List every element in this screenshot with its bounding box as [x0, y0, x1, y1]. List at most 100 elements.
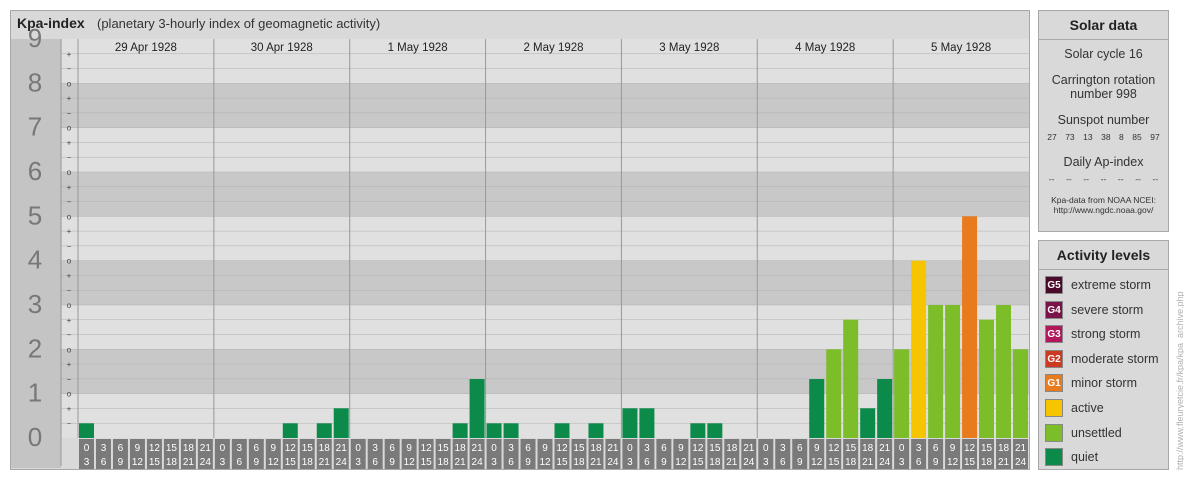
- kpa-chart: 0123456789−+o−+o−+o−+o−+o−+o−+o−+o−+29 A…: [11, 23, 1029, 469]
- kp-bar: [316, 423, 332, 438]
- y-tick-label: 6: [28, 156, 42, 186]
- interval-start-label: 0: [220, 443, 226, 454]
- interval-end-label: 15: [964, 457, 976, 468]
- interval-end-label: 3: [491, 457, 497, 468]
- interval-end-label: 3: [355, 457, 361, 468]
- minor-tick-label: −: [67, 286, 72, 295]
- kp-bar: [554, 423, 570, 438]
- interval-start-label: 18: [455, 443, 467, 454]
- interval-start-label: 18: [590, 443, 602, 454]
- interval-end-label: 18: [302, 457, 314, 468]
- interval-start-label: 0: [627, 443, 633, 454]
- kp-band: [11, 172, 1029, 217]
- ap-value: --: [1117, 174, 1124, 184]
- interval-start-label: 0: [763, 443, 769, 454]
- kp-bar: [469, 379, 485, 438]
- interval-end-label: 6: [644, 457, 650, 468]
- minor-tick-label: +: [67, 138, 72, 147]
- kp-bar: [282, 423, 298, 438]
- interval-end-label: 18: [166, 457, 178, 468]
- kp-band: [11, 349, 1029, 394]
- legend-swatch: G5: [1045, 276, 1063, 294]
- interval-start-label: 0: [491, 443, 497, 454]
- interval-end-label: 6: [237, 457, 243, 468]
- interval-start-label: 9: [542, 443, 548, 454]
- kp-bar: [826, 349, 842, 438]
- interval-start-label: 3: [916, 443, 922, 454]
- interval-end-label: 3: [627, 457, 633, 468]
- interval-start-label: 21: [200, 443, 212, 454]
- minor-tick-label: +: [67, 183, 72, 192]
- carrington-line-1: Carrington rotation: [1051, 73, 1156, 87]
- kp-bar: [962, 216, 978, 438]
- legend-label: active: [1071, 401, 1104, 415]
- interval-end-label: 24: [607, 457, 619, 468]
- interval-start-label: 6: [389, 443, 395, 454]
- interval-start-label: 21: [607, 443, 619, 454]
- interval-start-label: 9: [678, 443, 684, 454]
- interval-end-label: 12: [811, 457, 823, 468]
- ap-value: --: [1135, 174, 1141, 184]
- y-tick-label: 0: [28, 422, 42, 452]
- sunspot-value: 13: [1083, 132, 1093, 142]
- y-tick-label: 2: [28, 333, 42, 363]
- interval-end-label: 21: [183, 457, 195, 468]
- ap-value: --: [1048, 174, 1055, 184]
- interval-end-label: 9: [254, 457, 260, 468]
- solar-data-panel: Solar data Solar cycle 16 Carrington rot…: [1038, 10, 1169, 232]
- legend-swatch: G1: [1045, 374, 1063, 393]
- interval-start-label: 21: [879, 443, 891, 454]
- interval-end-label: 12: [404, 457, 416, 468]
- kp-band: [11, 83, 1029, 128]
- legend-item: G2 moderate storm: [1045, 349, 1159, 369]
- y-tick-label: 8: [28, 67, 42, 97]
- interval-start-label: 12: [964, 443, 976, 454]
- kp-bar: [639, 408, 655, 438]
- interval-start-label: 15: [845, 443, 857, 454]
- kp-bar: [996, 305, 1012, 438]
- minor-tick-label: o: [67, 257, 72, 266]
- y-tick-label: 3: [28, 289, 42, 319]
- interval-end-label: 12: [268, 457, 280, 468]
- interval-end-label: 12: [947, 457, 959, 468]
- kp-band: [11, 393, 1029, 438]
- source-link[interactable]: http://www.ngdc.noaa.gov/: [1039, 205, 1168, 215]
- kp-bar: [79, 423, 94, 438]
- sunspot-value: 73: [1065, 132, 1075, 142]
- legend-label: minor storm: [1071, 376, 1137, 391]
- y-tick-label: 4: [28, 245, 42, 275]
- interval-end-label: 18: [709, 457, 721, 468]
- interval-start-label: 3: [372, 443, 378, 454]
- interval-start-label: 0: [84, 443, 90, 454]
- interval-end-label: 24: [879, 457, 891, 468]
- watermark[interactable]: http://www.fleuryetcie.fr/kpa/kpa_archiv…: [1175, 291, 1184, 470]
- legend-item: G3 strong storm: [1045, 324, 1140, 344]
- ap-value: --: [1083, 174, 1090, 184]
- kp-band: [11, 260, 1029, 305]
- interval-end-label: 15: [692, 457, 704, 468]
- kp-bar: [1013, 349, 1028, 438]
- kp-bar: [588, 423, 604, 438]
- y-tick-label: 9: [28, 23, 42, 53]
- legend-label: extreme storm: [1071, 278, 1151, 292]
- sunspot-value: 8: [1119, 132, 1124, 142]
- interval-end-label: 3: [899, 457, 905, 468]
- kp-bar: [707, 423, 723, 438]
- interval-start-label: 21: [1015, 443, 1027, 454]
- interval-end-label: 24: [472, 457, 484, 468]
- y-tick-label: 5: [28, 200, 42, 230]
- interval-end-label: 21: [319, 457, 331, 468]
- minor-tick-label: −: [67, 153, 72, 162]
- legend-swatch: G4: [1045, 300, 1063, 319]
- interval-start-label: 15: [438, 443, 450, 454]
- interval-start-label: 12: [828, 443, 840, 454]
- interval-start-label: 6: [933, 443, 939, 454]
- legend-label: severe storm: [1071, 302, 1144, 317]
- interval-end-label: 6: [508, 457, 514, 468]
- interval-start-label: 18: [998, 443, 1010, 454]
- solar-data-title: Solar data: [1039, 11, 1168, 40]
- interval-end-label: 18: [981, 457, 993, 468]
- interval-start-label: 12: [692, 443, 704, 454]
- ap-value: --: [1066, 174, 1072, 184]
- interval-start-label: 18: [862, 443, 874, 454]
